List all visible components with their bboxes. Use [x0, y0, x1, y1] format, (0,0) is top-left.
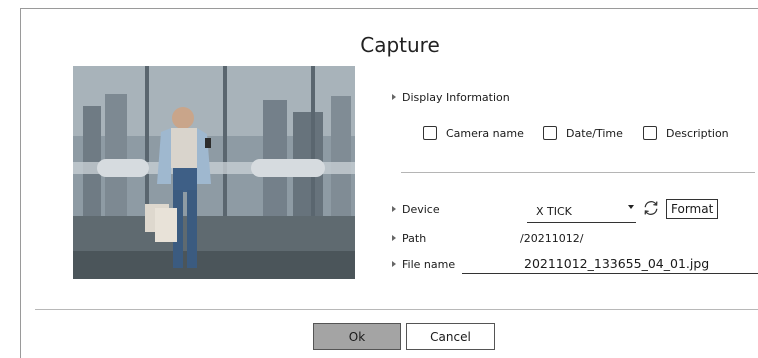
caret-right-icon	[392, 235, 396, 241]
checkbox-box[interactable]	[423, 126, 437, 140]
date-time-label: Date/Time	[566, 126, 623, 140]
display-information-label: Display Information	[392, 91, 510, 104]
refresh-icon[interactable]	[642, 199, 660, 217]
capture-preview-image	[73, 66, 355, 279]
checkbox-box[interactable]	[543, 126, 557, 140]
description-checkbox[interactable]: Description	[643, 124, 729, 142]
device-select-value: X TICK	[536, 205, 572, 218]
path-label: Path	[392, 232, 426, 245]
camera-name-label: Camera name	[446, 126, 524, 140]
caret-right-icon	[392, 94, 396, 100]
date-time-checkbox[interactable]: Date/Time	[543, 124, 623, 142]
file-name-label: File name	[392, 258, 455, 271]
file-name-input[interactable]: 20211012_133655_04_01.jpg	[462, 253, 758, 274]
format-button[interactable]: Format	[666, 199, 719, 219]
path-value: /20211012/	[520, 232, 584, 245]
caret-right-icon	[392, 206, 396, 212]
cancel-button[interactable]: Cancel	[406, 323, 495, 350]
chevron-down-icon	[628, 205, 634, 209]
dialog-title: Capture	[360, 33, 440, 57]
file-name-value: 20211012_133655_04_01.jpg	[524, 256, 710, 271]
checkbox-box[interactable]	[643, 126, 657, 140]
description-label: Description	[666, 126, 729, 140]
camera-name-checkbox[interactable]: Camera name	[423, 124, 524, 142]
footer-divider	[35, 309, 758, 310]
dialog-left-border	[20, 8, 21, 358]
device-select[interactable]: X TICK	[527, 200, 636, 223]
caret-right-icon	[392, 261, 396, 267]
device-label: Device	[392, 203, 440, 216]
ok-button[interactable]: Ok	[313, 323, 401, 350]
dialog-top-border	[20, 8, 758, 9]
section-divider	[401, 172, 755, 173]
